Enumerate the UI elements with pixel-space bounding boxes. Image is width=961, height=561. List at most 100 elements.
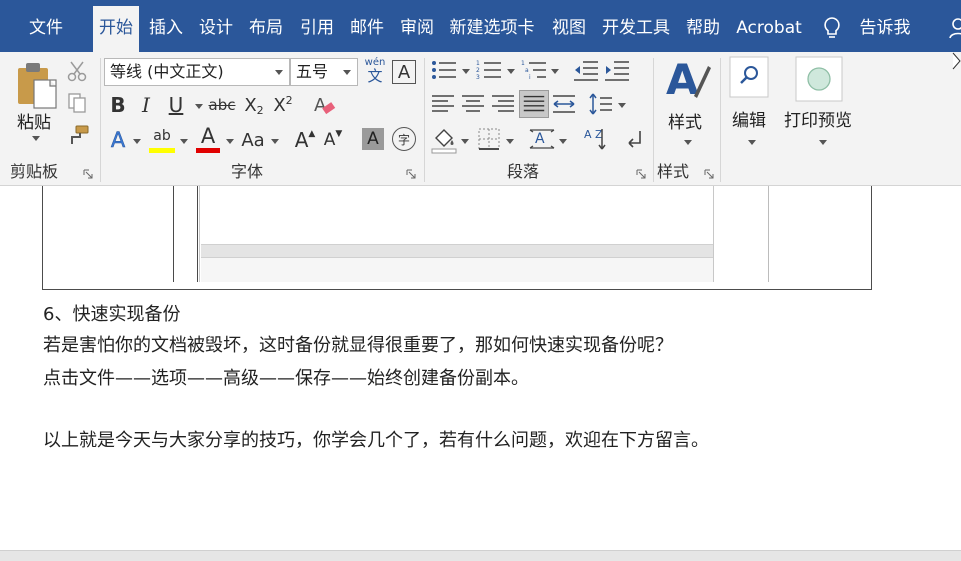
font-size-value: 五号 <box>296 62 329 81</box>
show-marks-icon[interactable] <box>622 128 646 152</box>
document-canvas[interactable]: 6、快速实现备份 若是害怕你的文档被毁坏，这时备份就显得很重要了，那如何快速实现… <box>0 186 961 561</box>
paste-icon[interactable] <box>14 60 62 112</box>
font-color-bar <box>196 148 220 153</box>
sort-glyph: A Z <box>584 128 603 141</box>
superscript-mark: 2 <box>285 93 293 107</box>
lightbulb-icon[interactable] <box>822 16 842 42</box>
align-center-icon[interactable] <box>460 92 486 116</box>
italic-button[interactable]: I <box>135 92 157 118</box>
clipboard-launcher-icon[interactable] <box>83 169 93 179</box>
shading-icon[interactable] <box>430 126 458 154</box>
tab-insert[interactable]: 插入 <box>143 8 189 52</box>
line-spacing-icon[interactable] <box>588 92 614 116</box>
subscript-button[interactable]: X2 <box>242 92 266 118</box>
find-icon[interactable] <box>729 56 769 98</box>
shrink-font-button[interactable]: A ▼ <box>321 126 345 154</box>
paste-dropdown-icon[interactable] <box>32 136 40 141</box>
print-preview-icon[interactable] <box>795 56 843 102</box>
grow-font-button[interactable]: A ▲ <box>293 126 317 154</box>
text-effects-button[interactable]: A <box>107 126 129 154</box>
character-border-button[interactable]: A <box>392 60 416 84</box>
styles-label[interactable]: 样式 <box>668 108 702 133</box>
doc-paragraph-3[interactable]: 以上就是今天与大家分享的技巧，你学会几个了，若有什么问题，欢迎在下方留言。 <box>43 426 709 452</box>
tab-layout[interactable]: 布局 <box>243 8 289 52</box>
increase-indent-icon[interactable] <box>603 58 631 82</box>
shading-dropdown-icon[interactable] <box>461 139 469 144</box>
text-direction-icon[interactable]: A <box>528 126 556 152</box>
numbering-mark-2: 2 <box>476 67 480 74</box>
print-preview-dropdown-icon[interactable] <box>819 140 827 145</box>
tab-file[interactable]: 文件 <box>16 8 76 52</box>
user-icon[interactable] <box>948 16 961 40</box>
tab-new-tab[interactable]: 新建选项卡 <box>444 8 540 52</box>
font-name-value: 等线 (中文正文) <box>110 62 224 81</box>
enclose-characters-button[interactable]: 字 <box>392 127 416 151</box>
character-shading-button[interactable]: A <box>362 128 384 150</box>
tab-home[interactable]: 开始 <box>93 6 139 52</box>
paragraph-launcher-icon[interactable] <box>636 169 646 179</box>
editing-dropdown-icon[interactable] <box>748 140 756 145</box>
font-color-dropdown-icon[interactable] <box>226 139 234 144</box>
borders-dropdown-icon[interactable] <box>506 139 514 144</box>
phonetic-guide-button[interactable]: wén 文 <box>363 56 387 86</box>
tab-acrobat[interactable]: Acrobat <box>730 8 808 52</box>
tell-me-search[interactable]: 告诉我 <box>852 8 918 52</box>
editing-label[interactable]: 编辑 <box>732 106 766 131</box>
font-launcher-icon[interactable] <box>406 169 416 179</box>
embedded-screenshot <box>42 186 872 290</box>
doc-heading[interactable]: 6、快速实现备份 <box>43 300 180 326</box>
ribbon-scroll-arrow-icon[interactable] <box>952 52 961 70</box>
align-left-icon[interactable] <box>430 92 456 116</box>
line-spacing-dropdown-icon[interactable] <box>618 103 626 108</box>
multilevel-list-icon[interactable]: 1ai <box>520 58 550 82</box>
borders-icon[interactable] <box>476 126 502 152</box>
cut-icon[interactable] <box>66 60 88 82</box>
styles-gallery-icon[interactable]: A <box>664 56 712 106</box>
text-direction-dropdown-icon[interactable] <box>559 139 567 144</box>
format-painter-icon[interactable] <box>66 124 90 146</box>
strikethrough-button[interactable]: abc <box>208 92 236 118</box>
doc-paragraph-2[interactable]: 点击文件——选项——高级——保存——始终创建备份副本。 <box>43 364 529 390</box>
sort-icon[interactable]: A Z <box>582 126 608 154</box>
decrease-indent-icon[interactable] <box>572 58 600 82</box>
font-name-dropdown-icon[interactable] <box>275 70 283 75</box>
print-preview-label[interactable]: 打印预览 <box>784 106 852 131</box>
tab-design[interactable]: 设计 <box>193 8 239 52</box>
horizontal-scrollbar[interactable] <box>0 550 961 561</box>
justify-icon[interactable] <box>519 90 549 118</box>
copy-icon[interactable] <box>66 92 88 114</box>
doc-paragraph-1[interactable]: 若是害怕你的文档被毁坏，这时备份就显得很重要了，那如何快速实现备份呢？ <box>43 331 673 357</box>
multilevel-dropdown-icon[interactable] <box>551 69 559 74</box>
underline-button[interactable]: U <box>165 92 187 118</box>
tab-view[interactable]: 视图 <box>546 8 592 52</box>
styles-dropdown-icon[interactable] <box>684 140 692 145</box>
ribbon-tab-bar: 文件 开始 插入 设计 布局 引用 邮件 审阅 新建选项卡 视图 开发工具 帮助… <box>0 0 961 52</box>
font-size-combo[interactable]: 五号 <box>290 58 358 86</box>
change-case-dropdown-icon[interactable] <box>271 139 279 144</box>
tab-references[interactable]: 引用 <box>294 8 340 52</box>
paste-label[interactable]: 粘贴 <box>17 108 51 133</box>
highlight-button[interactable]: ab <box>149 124 175 148</box>
font-color-button[interactable]: A <box>196 124 220 148</box>
highlight-dropdown-icon[interactable] <box>180 139 188 144</box>
bold-button[interactable]: B <box>107 92 129 118</box>
distributed-icon[interactable] <box>551 92 577 116</box>
align-right-icon[interactable] <box>490 92 516 116</box>
underline-dropdown-icon[interactable] <box>195 104 203 109</box>
font-size-dropdown-icon[interactable] <box>343 70 351 75</box>
tab-help[interactable]: 帮助 <box>680 8 726 52</box>
styles-launcher-icon[interactable] <box>704 169 714 179</box>
tab-developer[interactable]: 开发工具 <box>596 8 676 52</box>
numbering-icon[interactable]: 123 <box>475 58 505 82</box>
tab-mailings[interactable]: 邮件 <box>344 8 390 52</box>
superscript-button[interactable]: X2 <box>271 92 295 118</box>
numbering-dropdown-icon[interactable] <box>507 69 515 74</box>
font-group-label: 字体 <box>231 162 264 181</box>
bullets-icon[interactable] <box>430 58 460 82</box>
bullets-dropdown-icon[interactable] <box>462 69 470 74</box>
tab-review[interactable]: 审阅 <box>394 8 440 52</box>
change-case-button[interactable]: Aa <box>239 126 267 154</box>
font-name-combo[interactable]: 等线 (中文正文) <box>104 58 290 86</box>
clear-formatting-icon[interactable]: A <box>311 92 337 118</box>
text-effects-dropdown-icon[interactable] <box>133 139 141 144</box>
